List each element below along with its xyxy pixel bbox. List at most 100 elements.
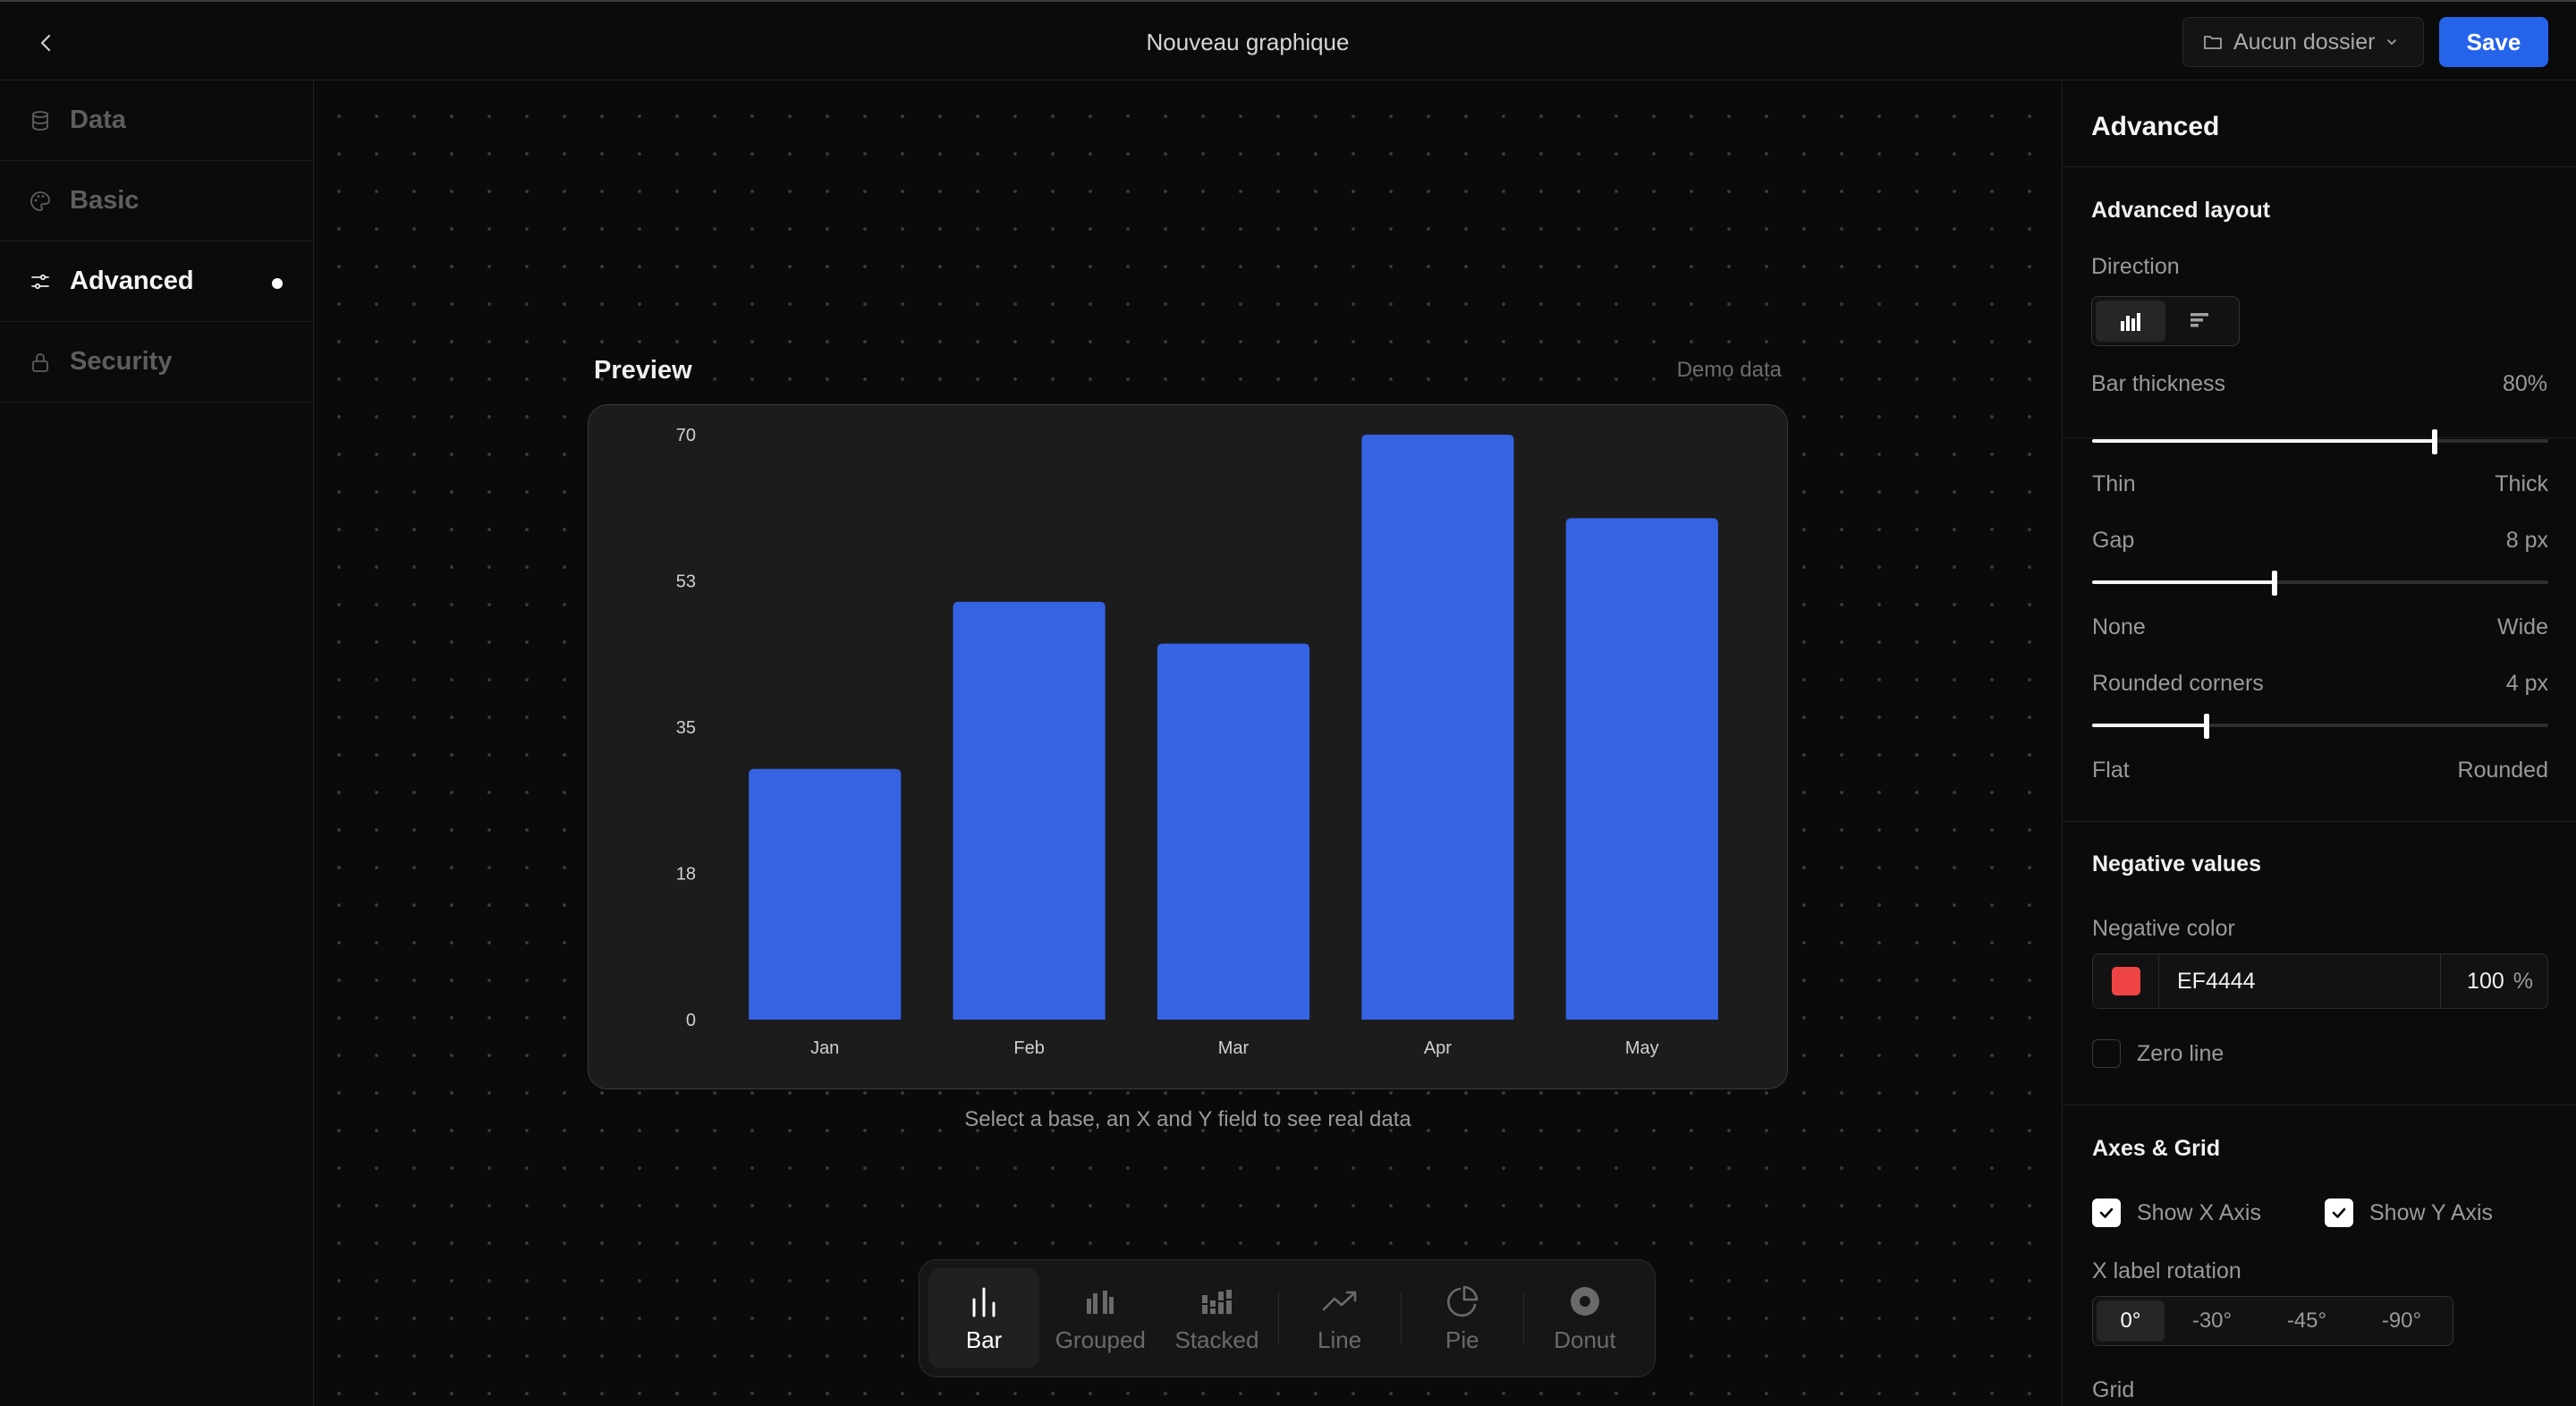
stacked-bar-icon	[1199, 1283, 1234, 1319]
direction-toggle	[2091, 296, 2240, 346]
bar-mar[interactable]	[1157, 643, 1310, 1020]
bar-feb[interactable]	[953, 601, 1106, 1020]
check-icon	[2332, 1207, 2346, 1218]
sidebar-item-advanced[interactable]: Advanced	[0, 241, 313, 322]
demo-data-label: Demo data	[1676, 358, 1782, 382]
bar-chart: 0 18 35 53 70 Jan Feb Mar Apr May	[676, 426, 1718, 1058]
checkbox[interactable]	[2092, 1198, 2121, 1227]
chart-preview: 0 18 35 53 70 Jan Feb Mar Apr May	[588, 404, 1788, 1089]
bar-may[interactable]	[1565, 518, 1718, 1020]
direction-horizontal-button[interactable]	[2165, 301, 2235, 342]
color-swatch-button[interactable]	[2093, 954, 2159, 1008]
folder-select[interactable]: Aucun dossier	[2182, 17, 2424, 67]
gap-value: 8 px	[2505, 528, 2548, 553]
bar-thickness-slider[interactable]	[2092, 428, 2548, 454]
rotation-0-button[interactable]: 0°	[2097, 1300, 2165, 1342]
flat-label: Flat	[2092, 758, 2130, 783]
toolbar-separator	[1277, 1292, 1279, 1345]
x-label-rotation-label: X label rotation	[2092, 1258, 2241, 1283]
checkbox-label: Zero line	[2137, 1040, 2224, 1066]
slider-thumb[interactable]	[2272, 571, 2277, 596]
direction-vertical-button[interactable]	[2096, 301, 2165, 342]
chart-type-grouped[interactable]: Grouped	[1045, 1268, 1156, 1368]
section-title: Advanced layout	[2091, 198, 2271, 223]
database-icon	[29, 109, 52, 132]
chart-type-label: Grouped	[1055, 1326, 1146, 1353]
sidebar-item-data[interactable]: Data	[0, 80, 313, 161]
chart-type-label: Stacked	[1174, 1326, 1259, 1353]
rotation-minus-90-button[interactable]: -90°	[2354, 1300, 2449, 1342]
top-bar: Nouveau graphique Aucun dossier Save	[0, 0, 2576, 80]
checkbox-label: Show Y Axis	[2369, 1199, 2494, 1225]
sidebar-item-security[interactable]: Security	[0, 322, 313, 402]
chart-type-label: Line	[1318, 1326, 1362, 1353]
x-tick-label: Feb	[1013, 1038, 1044, 1058]
sidebar-item-label: Advanced	[70, 267, 194, 295]
rounded-corners-label: Rounded corners	[2092, 671, 2264, 696]
chart-type-bar[interactable]: Bar	[928, 1268, 1040, 1368]
checkbox-label: Show X Axis	[2137, 1199, 2261, 1225]
direction-label: Direction	[2091, 254, 2180, 279]
chevron-down-icon	[2387, 39, 2397, 46]
rotation-minus-30-button[interactable]: -30°	[2165, 1300, 2259, 1342]
slider-thumb[interactable]	[2203, 714, 2209, 739]
opacity-value: 100	[2467, 968, 2504, 994]
bar-thickness-row: Bar thickness 80%	[2091, 371, 2547, 397]
thin-label: Thin	[2092, 471, 2136, 496]
color-swatch	[2111, 967, 2140, 995]
save-button[interactable]: Save	[2439, 17, 2548, 67]
sidebar-item-basic[interactable]: Basic	[0, 161, 313, 241]
axes-grid-title: Axes & Grid	[2092, 1136, 2221, 1161]
grouped-bar-icon	[1082, 1283, 1118, 1319]
bar-thickness-label: Bar thickness	[2091, 371, 2226, 396]
rotation-minus-45-button[interactable]: -45°	[2259, 1300, 2354, 1342]
bar-apr[interactable]	[1361, 435, 1514, 1020]
chart-type-label: Bar	[965, 1326, 1003, 1353]
checkbox[interactable]	[2325, 1198, 2353, 1227]
x-label-rotation-toggle: 0° -30° -45° -90°	[2092, 1296, 2453, 1346]
preview-title: Preview	[594, 356, 692, 385]
wide-label: Wide	[2497, 614, 2548, 639]
sliders-icon	[29, 270, 52, 293]
slider-fill	[2092, 439, 2435, 443]
chart-type-pie[interactable]: Pie	[1407, 1268, 1518, 1368]
y-tick-label: 53	[676, 572, 696, 592]
sidebar: Data Basic Advanced Security	[0, 80, 314, 1406]
gap-slider[interactable]	[2092, 569, 2548, 596]
chart-type-stacked[interactable]: Stacked	[1161, 1268, 1272, 1368]
panel-title: Advanced	[2063, 81, 2576, 167]
y-tick-label: 70	[676, 426, 696, 445]
gap-label: Gap	[2092, 528, 2135, 553]
chart-type-line[interactable]: Line	[1284, 1268, 1395, 1368]
chart-type-label: Donut	[1554, 1326, 1616, 1353]
hint-text: Select a base, an X and Y field to see r…	[964, 1107, 1411, 1131]
y-tick-label: 0	[686, 1011, 696, 1030]
show-x-axis-checkbox[interactable]: Show X Axis	[2092, 1198, 2261, 1227]
zero-line-checkbox[interactable]: Zero line	[2092, 1039, 2224, 1068]
checkbox[interactable]	[2092, 1039, 2121, 1068]
chart-type-toolbar: Bar Grouped Stacked Line Pie Donut	[919, 1259, 1656, 1377]
negative-color-input: EF4444 100 %	[2092, 953, 2548, 1009]
rounded-corners-slider[interactable]	[2092, 712, 2548, 739]
opacity-unit: %	[2512, 968, 2533, 994]
grid-label: Grid	[2092, 1377, 2135, 1402]
show-y-axis-checkbox[interactable]: Show Y Axis	[2325, 1198, 2493, 1227]
x-tick-label: Apr	[1424, 1038, 1452, 1058]
chart-title[interactable]: Nouveau graphique	[0, 29, 2496, 56]
bar-jan[interactable]	[749, 768, 902, 1020]
chart-type-donut[interactable]: Donut	[1530, 1268, 1640, 1368]
opacity-input[interactable]: 100 %	[2440, 954, 2547, 1008]
vertical-bars-icon	[2121, 313, 2140, 331]
hex-input[interactable]: EF4444	[2159, 969, 2440, 995]
slider-thumb[interactable]	[2431, 429, 2437, 454]
sidebar-item-label: Basic	[70, 186, 140, 215]
slider-fill	[2092, 580, 2275, 584]
none-label: None	[2092, 614, 2146, 639]
bar-thickness-value: 80%	[2502, 371, 2547, 396]
rounded-corners-value: 4 px	[2505, 671, 2548, 696]
check-icon	[2099, 1207, 2114, 1218]
active-indicator	[272, 278, 283, 289]
sidebar-item-label: Data	[70, 106, 126, 134]
lock-icon	[29, 351, 52, 374]
folder-label: Aucun dossier	[2233, 29, 2376, 55]
